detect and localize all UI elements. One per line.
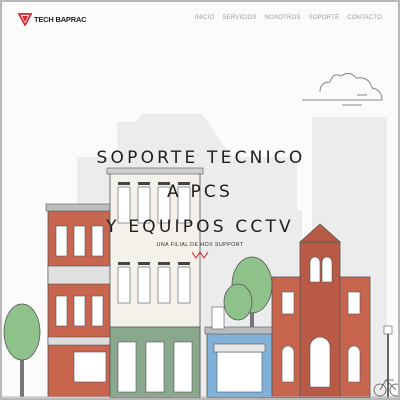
main-menu: INICIO SERVICIOS NOSOTROS SOPORTE CONTAC…: [195, 15, 382, 21]
nav-item-inicio[interactable]: INICIO: [195, 15, 215, 21]
page-frame: TECH BAPRAC INICIO SERVICIOS NOSOTROS SO…: [0, 0, 400, 400]
chevron-down-icon[interactable]: [191, 250, 209, 260]
nav-item-nosotros[interactable]: NOSOTROS: [265, 15, 301, 21]
nav-item-soporte[interactable]: SOPORTE: [309, 15, 340, 21]
triangle-logo-icon: [18, 13, 32, 26]
brand-name: TECH BAPRAC: [34, 14, 87, 24]
hero-title-line-1: SOPORTE TECNICO: [96, 148, 306, 168]
hero-subtitle: UNA FILIAL DE HOX SUPPORT: [156, 242, 244, 248]
tree-left: [3, 303, 41, 397]
nav-item-contacto[interactable]: CONTACTO: [347, 15, 382, 21]
hero-title-line-3: Y EQUIPOS CCTV: [106, 217, 294, 237]
navbar: TECH BAPRAC INICIO SERVICIOS NOSOTROS SO…: [2, 2, 398, 36]
hero: SOPORTE TECNICO A PCS Y EQUIPOS CCTV UNA…: [2, 150, 398, 260]
nav-item-servicios[interactable]: SERVICIOS: [222, 15, 256, 21]
brand-logo[interactable]: TECH BAPRAC: [18, 12, 87, 26]
hero-title-line-2: A PCS: [167, 182, 233, 202]
